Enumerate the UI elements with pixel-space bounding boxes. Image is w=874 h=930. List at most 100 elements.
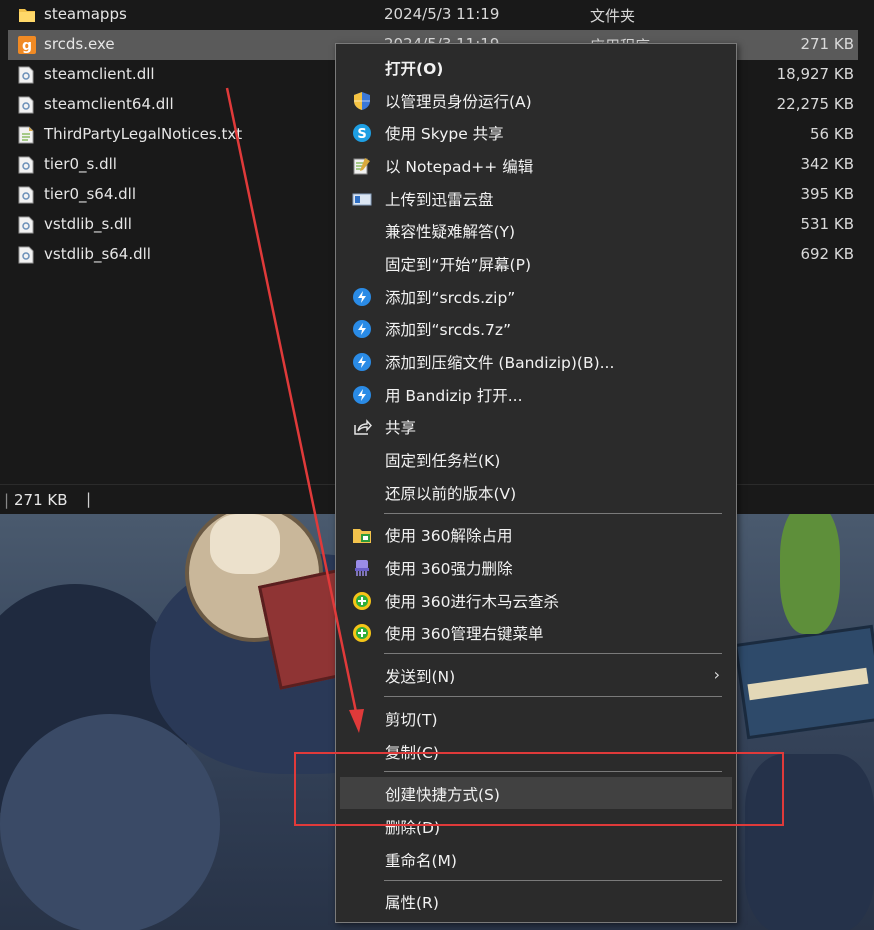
dll-file-icon [18, 246, 34, 264]
dll-file-icon [18, 216, 34, 234]
menu-item-skype-share[interactable]: S 使用 Skype 共享 [340, 116, 732, 148]
menu-item-properties[interactable]: 属性(R) [340, 885, 732, 917]
wallpaper-shape [0, 714, 220, 930]
menu-item-add-archive[interactable]: 添加到压缩文件 (Bandizip)(B)... [340, 345, 732, 377]
menu-item-label: 使用 360强力删除 [385, 560, 513, 578]
menu-item-rename[interactable]: 重命名(M) [340, 843, 732, 875]
file-name: steamclient64.dll [44, 95, 174, 113]
menu-item-label: 发送到(N) [385, 668, 456, 686]
unlock-file-360-icon [352, 525, 372, 545]
file-name: tier0_s.dll [44, 155, 117, 173]
menu-item-add-zip[interactable]: 添加到“srcds.zip” [340, 280, 732, 312]
file-type: 文件夹 [590, 7, 636, 25]
svg-text:g: g [22, 38, 32, 54]
wallpaper-shape [780, 514, 840, 634]
menu-item-pin-taskbar[interactable]: 固定到任务栏(K) [340, 443, 732, 475]
menu-item-label: 固定到“开始”屏幕(P) [385, 256, 532, 274]
menu-separator [384, 696, 722, 697]
menu-item-label: 剪切(T) [385, 711, 438, 729]
menu-item-open-bandizip[interactable]: 用 Bandizip 打开... [340, 378, 732, 410]
menu-item-send-to[interactable]: 发送到(N) › [340, 659, 732, 691]
menu-item-add-7z[interactable]: 添加到“srcds.7z” [340, 312, 732, 344]
status-selected-size: 271 KB [14, 491, 68, 509]
file-size: 22,275 KB [776, 95, 854, 113]
gmod-app-icon: g [18, 36, 36, 54]
wallpaper-shape [210, 514, 280, 574]
menu-item-pin-start[interactable]: 固定到“开始”屏幕(P) [340, 247, 732, 279]
menu-item-360-manage-menu[interactable]: 使用 360管理右键菜单 [340, 616, 732, 648]
file-name: steamclient.dll [44, 65, 155, 83]
status-divider: | [86, 490, 92, 508]
menu-item-label: 打开(O) [385, 60, 444, 78]
svg-text:S: S [357, 127, 366, 142]
dll-file-icon [18, 186, 34, 204]
scan-360-icon [352, 591, 372, 611]
menu-separator [384, 880, 722, 881]
shred-360-icon [352, 558, 372, 578]
folder-icon [18, 6, 35, 24]
menu-item-restore-versions[interactable]: 还原以前的版本(V) [340, 476, 732, 508]
menu-item-label: 以 Notepad++ 编辑 [385, 158, 534, 176]
menu-item-run-as-admin[interactable]: 以管理员身份运行(A) [340, 84, 732, 116]
annotation-highlight-box [294, 752, 784, 826]
menu-item-label: 使用 360解除占用 [385, 527, 513, 545]
uac-shield-icon [352, 91, 372, 111]
menu-item-notepadpp[interactable]: 以 Notepad++ 编辑 [340, 149, 732, 181]
bandizip-icon [352, 352, 372, 372]
menu-manager-360-icon [352, 623, 372, 643]
file-size: 56 KB [810, 125, 854, 143]
file-row-steamapps[interactable]: steamapps 2024/5/3 11:19 文件夹 [8, 0, 858, 30]
file-name: vstdlib_s.dll [44, 215, 132, 233]
file-name: vstdlib_s64.dll [44, 245, 151, 263]
menu-item-xunlei-upload[interactable]: 上传到迅雷云盘 [340, 182, 732, 214]
file-name: steamapps [44, 5, 127, 23]
menu-item-label: 固定到任务栏(K) [385, 452, 501, 470]
menu-item-label: 添加到压缩文件 (Bandizip)(B)... [385, 354, 615, 372]
dll-file-icon [18, 96, 34, 114]
menu-item-label: 兼容性疑难解答(Y) [385, 223, 516, 241]
menu-item-label: 重命名(M) [385, 852, 457, 870]
notepad-plus-plus-icon [352, 156, 372, 176]
menu-item-360-scan[interactable]: 使用 360进行木马云查杀 [340, 584, 732, 616]
menu-item-label: 使用 360管理右键菜单 [385, 625, 544, 643]
menu-item-label: 添加到“srcds.7z” [385, 321, 512, 339]
bandizip-icon [352, 385, 372, 405]
dll-file-icon [18, 156, 34, 174]
status-separator: | [4, 491, 10, 509]
menu-item-label: 上传到迅雷云盘 [385, 191, 494, 209]
menu-separator [384, 513, 722, 514]
menu-item-360-delete[interactable]: 使用 360强力删除 [340, 551, 732, 583]
file-size: 18,927 KB [776, 65, 854, 83]
menu-item-360-unlock[interactable]: 使用 360解除占用 [340, 518, 732, 550]
file-size: 395 KB [800, 185, 854, 203]
menu-item-label: 用 Bandizip 打开... [385, 387, 523, 405]
menu-item-label: 添加到“srcds.zip” [385, 289, 516, 307]
chevron-right-icon: › [713, 665, 720, 684]
menu-item-label: 共享 [385, 419, 417, 437]
text-file-icon [18, 126, 34, 144]
dll-file-icon [18, 66, 34, 84]
file-name: srcds.exe [44, 35, 115, 53]
menu-item-label: 还原以前的版本(V) [385, 485, 517, 503]
file-name: tier0_s64.dll [44, 185, 137, 203]
file-date: 2024/5/3 11:19 [384, 5, 500, 23]
menu-item-label: 以管理员身份运行(A) [385, 93, 532, 111]
menu-item-label: 使用 Skype 共享 [385, 125, 504, 143]
file-size: 692 KB [800, 245, 854, 263]
menu-item-label: 属性(R) [385, 894, 439, 912]
menu-item-share[interactable]: 共享 [340, 410, 732, 442]
menu-item-open[interactable]: 打开(O) [340, 51, 732, 83]
file-size: 531 KB [800, 215, 854, 233]
menu-item-cut[interactable]: 剪切(T) [340, 702, 732, 734]
menu-item-compat-troubleshoot[interactable]: 兼容性疑难解答(Y) [340, 214, 732, 246]
menu-separator [384, 653, 722, 654]
share-icon [352, 417, 372, 437]
menu-item-label: 使用 360进行木马云查杀 [385, 593, 560, 611]
xunlei-cloud-icon [352, 189, 372, 209]
file-name: ThirdPartyLegalNotices.txt [44, 125, 243, 143]
file-size: 271 KB [800, 35, 854, 53]
skype-icon: S [352, 123, 372, 143]
bandizip-icon [352, 319, 372, 339]
bandizip-icon [352, 287, 372, 307]
file-size: 342 KB [800, 155, 854, 173]
